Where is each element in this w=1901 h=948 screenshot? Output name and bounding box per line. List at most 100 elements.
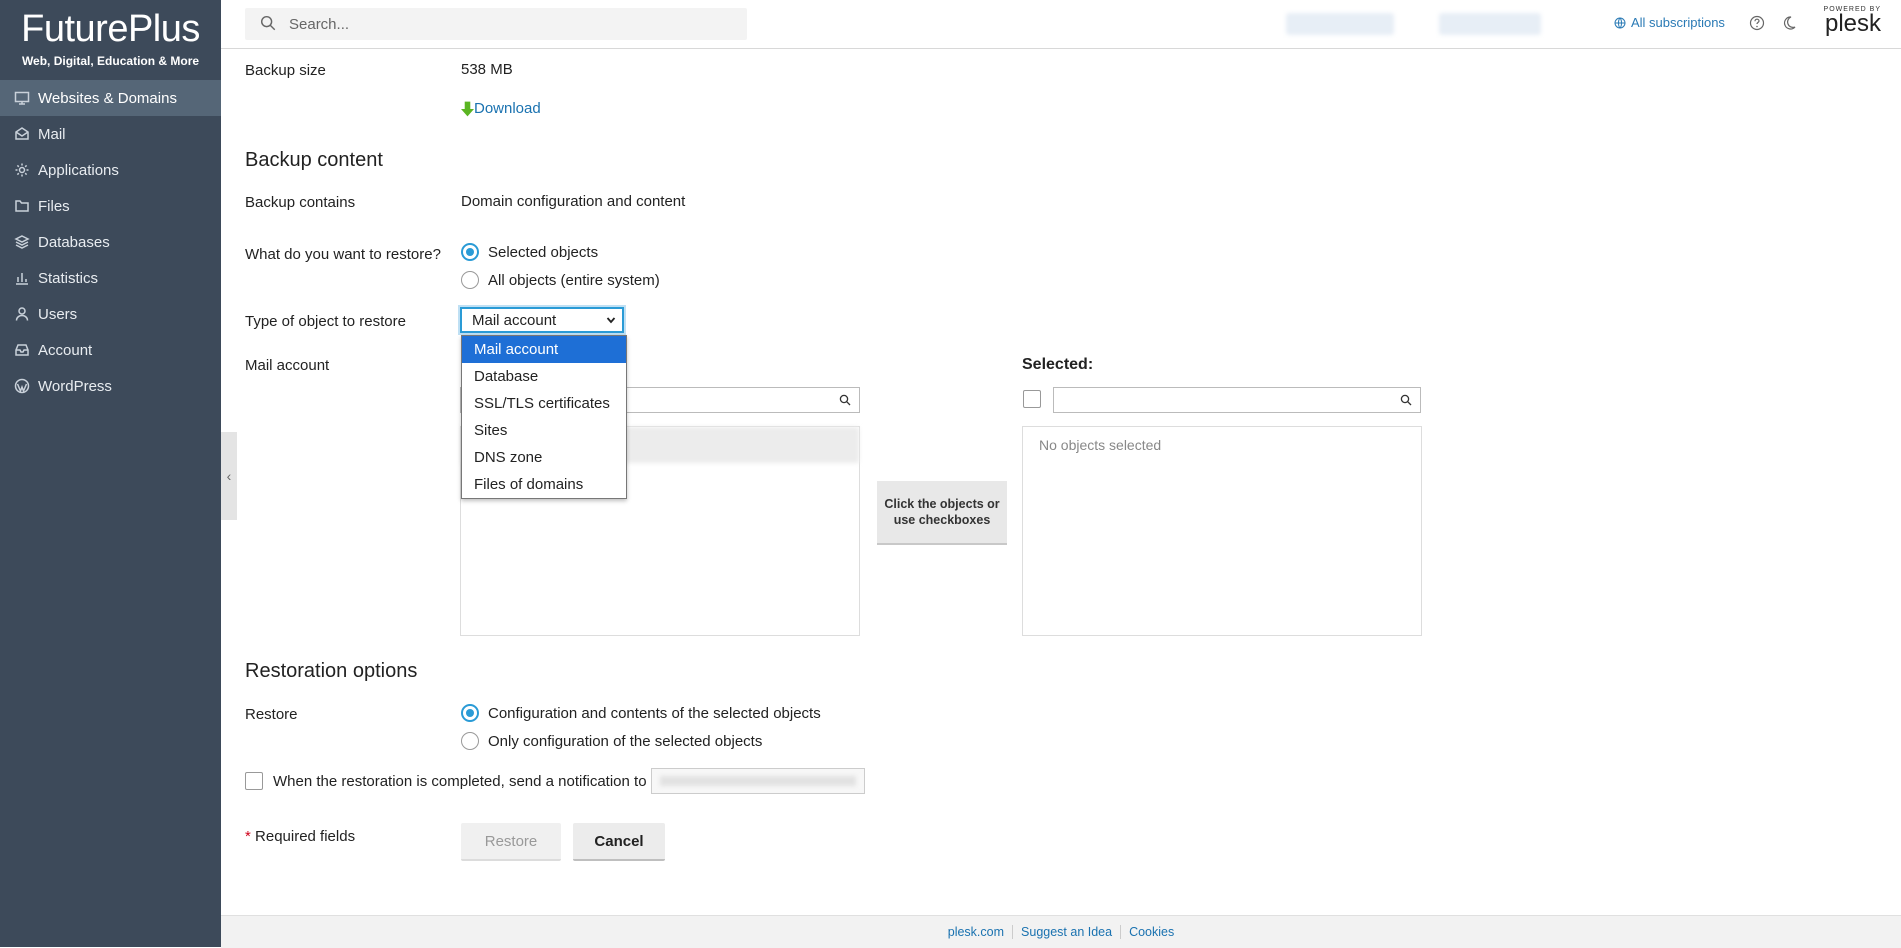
search-input[interactable] <box>287 14 711 34</box>
bar-chart-icon <box>14 270 30 286</box>
restore-label: Restore <box>245 706 298 723</box>
brand-logo[interactable]: FuturePlus Web, Digital, Education & Mor… <box>0 0 221 80</box>
radio-config-and-contents[interactable]: Configuration and contents of the select… <box>461 704 821 722</box>
dropdown-option-dns-zone[interactable]: DNS zone <box>462 444 626 471</box>
all-subscriptions-label: All subscriptions <box>1631 15 1725 30</box>
moon-icon[interactable] <box>1781 15 1797 31</box>
search-icon <box>839 394 851 406</box>
search-bar[interactable] <box>245 8 747 40</box>
header-blurred-chip[interactable] <box>1286 13 1394 35</box>
dropdown-option-database[interactable]: Database <box>462 363 626 390</box>
sidebar-item-label: Statistics <box>38 269 99 287</box>
sidebar-item-label: Mail <box>38 125 66 143</box>
all-subscriptions-link[interactable]: All subscriptions <box>1614 15 1725 30</box>
radio-all-objects[interactable]: All objects (entire system) <box>461 271 660 289</box>
user-icon <box>14 306 30 322</box>
plesk-wordmark: plesk <box>1824 10 1881 37</box>
sidebar-item-label: Applications <box>38 161 119 179</box>
selected-heading: Selected: <box>1022 356 1094 373</box>
sidebar-item-statistics[interactable]: Statistics <box>0 260 221 296</box>
object-type-dropdown: Mail account Database SSL/TLS certificat… <box>461 335 627 499</box>
sidebar-item-account[interactable]: Account <box>0 332 221 368</box>
restore-button[interactable]: Restore <box>461 823 561 861</box>
backup-size-value: 538 MB <box>461 61 513 78</box>
chevron-down-icon <box>606 317 616 324</box>
radio-button-checked[interactable] <box>461 243 479 261</box>
sidebar-item-applications[interactable]: Applications <box>0 152 221 188</box>
sidebar-item-users[interactable]: Users <box>0 296 221 332</box>
object-list-label: Mail account <box>245 357 330 374</box>
sidebar-item-files[interactable]: Files <box>0 188 221 224</box>
notify-checkbox[interactable] <box>245 772 263 790</box>
cancel-button[interactable]: Cancel <box>573 823 665 861</box>
radio-config-only[interactable]: Only configuration of the selected objec… <box>461 732 762 750</box>
object-type-label: Type of object to restore <box>245 313 406 330</box>
footer-link-plesk[interactable]: plesk.com <box>940 925 1012 939</box>
dropdown-option-sites[interactable]: Sites <box>462 417 626 444</box>
sidebar-item-label: Account <box>38 341 93 359</box>
layers-icon <box>14 234 30 250</box>
search-icon <box>259 14 279 34</box>
backup-content-title: Backup content <box>245 149 383 171</box>
envelope-icon <box>14 126 30 142</box>
required-fields-note: * Required fields <box>245 828 355 845</box>
object-type-selected-value: Mail account <box>472 311 557 329</box>
backup-contains-value: Domain configuration and content <box>461 193 686 210</box>
globe-icon <box>1614 17 1626 28</box>
download-link[interactable]: Download <box>461 100 541 117</box>
brand-name: FuturePlus <box>21 8 200 50</box>
monitor-icon <box>14 90 30 106</box>
dropdown-option-ssl-certificates[interactable]: SSL/TLS certificates <box>462 390 626 417</box>
select-all-checkbox[interactable] <box>1023 390 1041 408</box>
move-objects-button[interactable]: Click the objects or use checkboxes <box>877 481 1007 545</box>
sidebar-item-label: Users <box>38 305 78 323</box>
required-star: * <box>245 828 251 845</box>
main-content: Backup size 538 MB Download Backup conte… <box>221 49 1901 913</box>
dropdown-option-files-of-domains[interactable]: Files of domains <box>462 471 626 498</box>
sidebar-nav: Websites & Domains Mail Applications Fil… <box>0 80 221 404</box>
sidebar-item-websites-domains[interactable]: Websites & Domains <box>0 80 221 116</box>
download-arrow-icon <box>461 101 474 116</box>
radio-label: Selected objects <box>488 243 599 261</box>
footer-link-cookies[interactable]: Cookies <box>1121 925 1182 939</box>
sidebar-item-databases[interactable]: Databases <box>0 224 221 260</box>
footer: plesk.com Suggest an Idea Cookies <box>221 915 1901 948</box>
object-type-select[interactable]: Mail account <box>460 307 624 333</box>
sidebar-item-mail[interactable]: Mail <box>0 116 221 152</box>
search-icon <box>1400 394 1412 406</box>
footer-link-suggest-idea[interactable]: Suggest an Idea <box>1013 925 1120 939</box>
top-header: All subscriptions POWERED BY plesk <box>221 0 1901 49</box>
sidebar: FuturePlus Web, Digital, Education & Mor… <box>0 0 221 947</box>
sidebar-item-label: Files <box>38 197 70 215</box>
inbox-icon <box>14 342 30 358</box>
backup-size-label: Backup size <box>245 62 326 79</box>
sidebar-item-wordpress[interactable]: WordPress <box>0 368 221 404</box>
folder-icon <box>14 198 30 214</box>
backup-contains-label: Backup contains <box>245 194 356 211</box>
notify-label: When the restoration is completed, send … <box>273 773 647 790</box>
radio-selected-objects[interactable]: Selected objects <box>461 243 598 261</box>
sidebar-item-label: Websites & Domains <box>38 89 177 107</box>
radio-button-checked[interactable] <box>461 704 479 722</box>
notify-email-input[interactable] <box>651 768 865 794</box>
selected-filter-input[interactable] <box>1053 387 1421 413</box>
sidebar-item-label: Databases <box>38 233 110 251</box>
restoration-options-title: Restoration options <box>245 660 418 682</box>
header-blurred-chip[interactable] <box>1439 13 1541 35</box>
radio-label: Configuration and contents of the select… <box>488 704 821 722</box>
restore-what-label: What do you want to restore? <box>245 246 441 263</box>
radio-label: Only configuration of the selected objec… <box>488 732 763 750</box>
radio-label: All objects (entire system) <box>488 271 660 289</box>
download-label: Download <box>474 100 541 117</box>
required-fields-label: Required fields <box>255 828 356 845</box>
radio-button[interactable] <box>461 271 479 289</box>
selected-objects-list[interactable]: No objects selected <box>1022 426 1422 636</box>
radio-button[interactable] <box>461 732 479 750</box>
sidebar-item-label: WordPress <box>38 377 112 395</box>
wordpress-icon <box>14 378 30 394</box>
dropdown-option-mail-account[interactable]: Mail account <box>462 336 626 363</box>
no-objects-text: No objects selected <box>1039 437 1162 453</box>
help-icon[interactable] <box>1749 15 1765 31</box>
plesk-logo[interactable]: POWERED BY plesk <box>1819 6 1881 37</box>
gear-icon <box>14 162 30 178</box>
